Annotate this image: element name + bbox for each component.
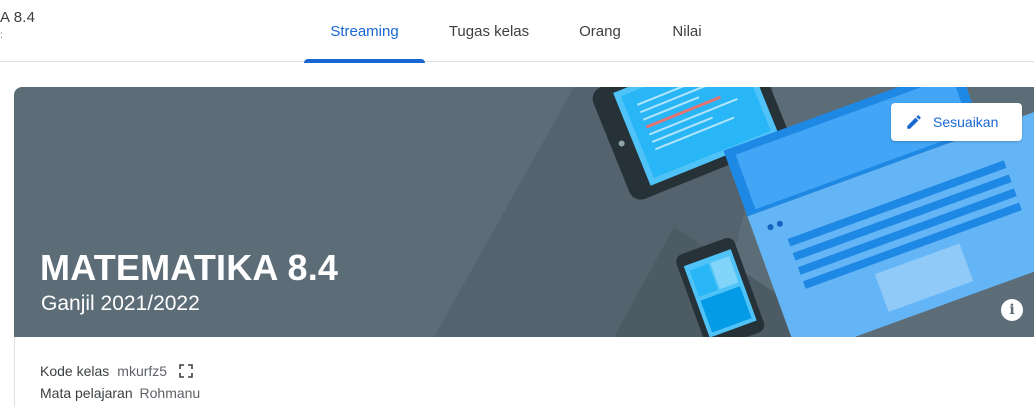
info-icon[interactable]: i bbox=[1001, 299, 1023, 321]
class-subtitle: Ganjil 2021/2022 bbox=[41, 292, 200, 315]
class-code-value: mkurfz5 bbox=[117, 363, 168, 379]
tab-streaming[interactable]: Streaming bbox=[304, 0, 425, 63]
class-code-row: Kode kelas mkurfz5 bbox=[40, 363, 193, 379]
pencil-icon bbox=[907, 115, 921, 129]
class-code-label: Kode kelas bbox=[40, 363, 110, 379]
class-tabs: Streaming Tugas kelas Orang Nilai bbox=[304, 0, 727, 63]
tab-label: Streaming bbox=[330, 22, 399, 40]
class-section-label: : bbox=[0, 30, 3, 41]
info-glyph: i bbox=[1009, 302, 1015, 318]
tab-label: Tugas kelas bbox=[448, 22, 530, 40]
class-banner: MATEMATIKA 8.4 Ganjil 2021/2022 Sesuaika… bbox=[14, 87, 1034, 337]
fullscreen-icon[interactable] bbox=[179, 364, 193, 378]
subject-value: Rohmanu bbox=[139, 385, 201, 401]
tab-orang[interactable]: Orang bbox=[553, 0, 647, 62]
customize-button[interactable]: Sesuaikan bbox=[891, 103, 1022, 141]
class-name: A 8.4 bbox=[0, 9, 36, 26]
subject-label: Mata pelajaran bbox=[40, 385, 133, 401]
top-bar: A 8.4 : Streaming Tugas kelas Orang Nila… bbox=[0, 0, 1034, 63]
tab-label: Nilai bbox=[672, 22, 702, 40]
customize-label: Sesuaikan bbox=[933, 114, 999, 130]
class-title: MATEMATIKA 8.4 bbox=[40, 247, 339, 288]
tab-nilai[interactable]: Nilai bbox=[647, 0, 727, 62]
subject-row: Mata pelajaran Rohmanu bbox=[40, 385, 200, 401]
tab-label: Orang bbox=[579, 22, 621, 40]
tab-tugas-kelas[interactable]: Tugas kelas bbox=[425, 0, 553, 62]
class-info-panel: Kode kelas mkurfz5 Mata pelajaran Rohman… bbox=[14, 337, 1034, 407]
